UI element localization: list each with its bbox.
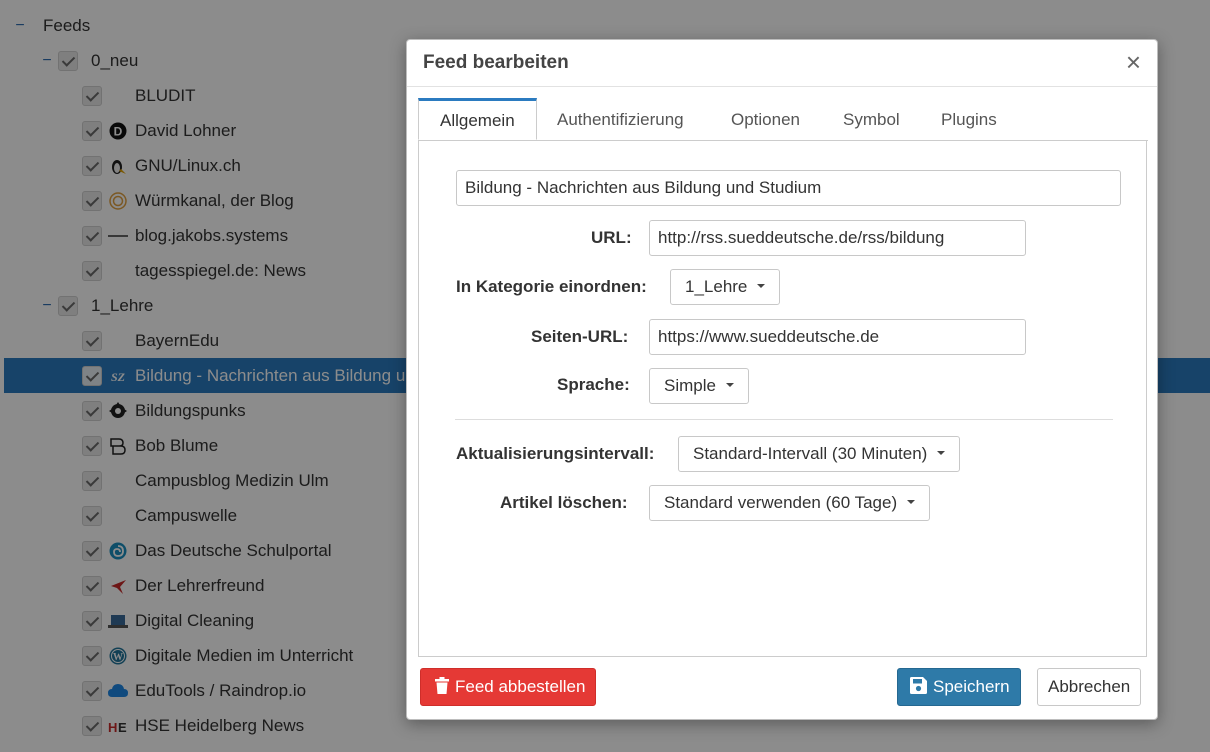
divider [455, 419, 1113, 420]
tab-plugins[interactable]: Plugins [920, 98, 1018, 140]
purge-label: Artikel löschen: [500, 493, 628, 512]
edit-feed-dialog: Feed bearbeiten × Allgemein Authentifizi… [406, 39, 1158, 720]
close-icon[interactable]: × [1126, 49, 1141, 75]
tab-symbol[interactable]: Symbol [822, 98, 921, 140]
category-select[interactable]: 1_Lehre [670, 269, 781, 305]
tab-authentifizierung[interactable]: Authentifizierung [536, 98, 705, 140]
save-button[interactable]: Speichern [897, 668, 1021, 706]
purge-select-value: Standard verwenden (60 Tage) [664, 493, 898, 512]
site-url-label: Seiten-URL: [531, 327, 629, 346]
category-label: In Kategorie einordnen: [456, 277, 647, 296]
caret-down-icon [907, 499, 916, 504]
update-interval-select[interactable]: Standard-Intervall (30 Minuten) [678, 436, 961, 472]
language-select-value: Simple [664, 376, 716, 395]
tab-allgemein[interactable]: Allgemein [418, 98, 537, 140]
tab-panel-allgemein: Bildung - Nachrichten aus Bildung und St… [418, 140, 1147, 657]
dialog-title: Feed bearbeiten [423, 52, 569, 73]
floppy-disk-icon [910, 677, 927, 695]
dialog-tabs: Allgemein Authentifizierung Optionen Sym… [418, 98, 1148, 141]
unsubscribe-button-label: Feed abbestellen [455, 677, 586, 696]
caret-down-icon [757, 283, 766, 288]
trash-icon [435, 677, 449, 695]
dialog-header: Feed bearbeiten × [407, 40, 1157, 87]
caret-down-icon [725, 382, 734, 387]
save-button-label: Speichern [933, 677, 1010, 696]
unsubscribe-button[interactable]: Feed abbestellen [420, 668, 597, 706]
caret-down-icon [937, 450, 946, 455]
url-label: URL: [591, 228, 632, 247]
cancel-button[interactable]: Abbrechen [1037, 668, 1142, 706]
tab-optionen[interactable]: Optionen [710, 98, 821, 140]
site-url-input[interactable]: https://www.sueddeutsche.de [649, 319, 1026, 355]
language-select[interactable]: Simple [649, 368, 749, 404]
url-input[interactable]: http://rss.sueddeutsche.de/rss/bildung [649, 220, 1026, 256]
purge-select[interactable]: Standard verwenden (60 Tage) [649, 485, 931, 521]
update-interval-value: Standard-Intervall (30 Minuten) [693, 444, 928, 463]
category-select-value: 1_Lehre [685, 277, 748, 296]
language-label: Sprache: [557, 375, 630, 394]
update-interval-label: Aktualisierungsintervall: [456, 444, 655, 463]
feed-title-input[interactable]: Bildung - Nachrichten aus Bildung und St… [456, 170, 1121, 206]
